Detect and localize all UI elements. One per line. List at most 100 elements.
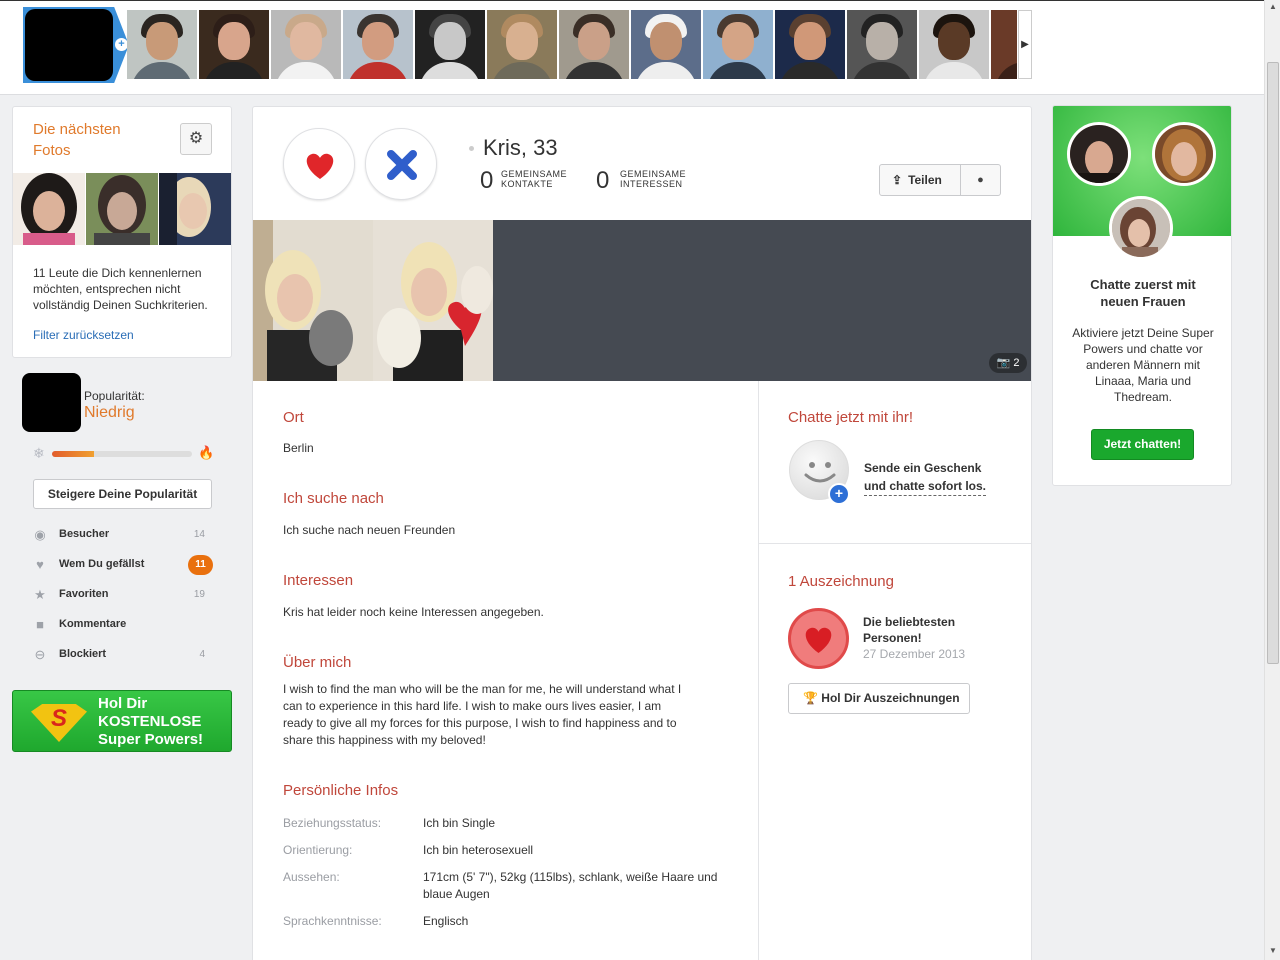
popularity-bar	[52, 451, 192, 457]
dislike-button[interactable]	[365, 128, 437, 200]
awards-title: 1 Auszeichnung	[788, 573, 894, 590]
strip-user-photo[interactable]	[775, 10, 845, 79]
gift-smiley-button[interactable]: +	[789, 440, 850, 505]
scrollbar-thumb[interactable]	[1267, 62, 1279, 664]
boost-popularity-button[interactable]: Steigere Deine Popularität	[33, 479, 212, 509]
chat-now-button[interactable]: Jetzt chatten!	[1091, 429, 1194, 460]
about-me-title: Über mich	[283, 654, 352, 671]
strip-user-photo[interactable]	[703, 10, 773, 79]
strip-user-photo[interactable]	[343, 10, 413, 79]
share-button[interactable]: ⇪ Teilen	[880, 165, 960, 195]
reset-filter-link[interactable]: Filter zurücksetzen	[33, 328, 134, 342]
column-divider	[758, 381, 759, 960]
info-value: Englisch	[423, 914, 469, 928]
promo-avatar	[1067, 122, 1131, 186]
sidebar-item-comments[interactable]: ■ Kommentare	[33, 615, 213, 635]
info-label: Sprachkenntnisse:	[283, 914, 382, 928]
profile-panel: Kris, 33 0 GEMEINSAME KONTAKTE 0 GEMEINS…	[252, 106, 1032, 960]
like-button[interactable]	[283, 128, 355, 200]
camera-icon: 📷	[996, 357, 1011, 369]
sidebar-item-visitors[interactable]: ◉ Besucher 14	[33, 525, 213, 545]
eye-icon: ◉	[34, 527, 46, 542]
speech-bubble-icon: ■	[36, 617, 44, 632]
share-icon: ⇪	[892, 173, 903, 187]
strip-next-arrow-icon[interactable]: ▶	[1018, 10, 1032, 79]
likes-count-badge: 11	[188, 555, 213, 575]
super-powers-line: KOSTENLOSE	[98, 713, 202, 730]
sidebar-item-blocked[interactable]: ⊖ Blockiert 4	[33, 645, 213, 665]
common-interests-label: GEMEINSAME INTERESSEN	[620, 169, 686, 189]
send-gift-link[interactable]: Sende ein Geschenk und chatte sofort los…	[864, 459, 987, 496]
person-icon[interactable]: ●	[960, 165, 1000, 195]
chat-now-title: Chatte jetzt mit ihr!	[788, 409, 914, 426]
strip-user-photo[interactable]	[415, 10, 485, 79]
strip-user-photo[interactable]	[271, 10, 341, 79]
about-me-line: ready to give all my forces for this pur…	[283, 716, 677, 730]
strip-user-photo[interactable]	[127, 10, 197, 79]
about-me-line: I wish to find the man who will be the m…	[283, 682, 682, 696]
profile-name: Kris, 33	[483, 135, 558, 160]
popularity-value: Niedrig	[84, 404, 135, 421]
award-heart-icon	[788, 608, 849, 669]
photo-count: 2	[1013, 357, 1020, 369]
super-powers-banner[interactable]: S Hol Dir KOSTENLOSE Super Powers!	[12, 690, 232, 752]
sidebar-item-label: Wem Du gefällst	[59, 558, 145, 570]
get-awards-label: Hol Dir Auszeichnungen	[821, 691, 960, 705]
strip-user-photo[interactable]	[199, 10, 269, 79]
settings-gear-icon[interactable]: ⚙	[180, 123, 212, 155]
superman-s-icon: S	[51, 705, 68, 732]
strip-user-photo[interactable]	[919, 10, 989, 79]
next-photo-image	[159, 173, 231, 245]
super-powers-line: Hol Dir	[98, 695, 148, 712]
next-photo-image	[13, 173, 85, 245]
stat-label-line: GEMEINSAME	[620, 169, 687, 179]
promo-avatar-image	[1070, 125, 1128, 183]
next-photo[interactable]	[159, 173, 231, 245]
info-value: Ich bin heterosexuell	[423, 843, 534, 857]
strip-user-photo[interactable]	[559, 10, 629, 79]
promo-avatar	[1109, 196, 1173, 260]
profile-photo[interactable]	[373, 220, 493, 381]
strip-user-photo[interactable]	[487, 10, 557, 79]
super-powers-promo: Chatte zuerst mit neuen Frauen Aktiviere…	[1052, 105, 1232, 486]
get-awards-button[interactable]: 🏆 Hol Dir Auszeichnungen	[788, 683, 970, 714]
sidebar-item-favorites[interactable]: ★ Favoriten 19	[33, 585, 213, 605]
snowflake-icon: ❄	[33, 445, 45, 461]
popularity-bar-fill	[52, 451, 94, 457]
scroll-down-icon[interactable]: ▼	[1269, 946, 1277, 955]
scroll-up-icon[interactable]: ▲	[1269, 2, 1277, 11]
sidebar-item-label: Kommentare	[59, 618, 127, 630]
promo-heading: Chatte zuerst mit neuen Frauen	[1053, 276, 1231, 310]
sidebar-item-count: 19	[193, 589, 205, 600]
info-label: Beziehungsstatus:	[283, 816, 382, 830]
profile-photo[interactable]	[253, 220, 373, 381]
sidebar-item-count: 14	[193, 529, 205, 540]
photo-gallery: 📷 2	[253, 220, 1031, 381]
profile-photo-image	[373, 220, 493, 381]
heart-icon: ♥	[36, 557, 44, 572]
scrollbar[interactable]: ▲ ▼	[1264, 0, 1280, 960]
next-photo[interactable]	[13, 173, 85, 245]
sidebar-item-likes[interactable]: ♥ Wem Du gefällst 11	[33, 555, 213, 575]
looking-for-title: Ich suche nach	[283, 490, 384, 507]
section-divider	[758, 543, 1031, 544]
sidebar-item-label: Blockiert	[59, 648, 107, 660]
promo-heading-line: neuen Frauen	[1100, 294, 1186, 309]
strip-user-photo[interactable]	[631, 10, 701, 79]
about-me-line: share this happiness with my beloved!	[283, 733, 486, 747]
my-avatar[interactable]	[22, 373, 81, 432]
strip-user-photo[interactable]	[991, 10, 1017, 79]
share-button-group: ⇪ Teilen ●	[879, 164, 1001, 196]
my-profile-tile[interactable]: +	[23, 7, 129, 83]
next-photo[interactable]	[86, 173, 158, 245]
award-name-line: Die beliebtesten	[863, 615, 956, 629]
photo-count-badge[interactable]: 📷 2	[989, 353, 1027, 373]
award-name: Die beliebtesten Personen!	[863, 614, 983, 646]
stat-label-line: INTERESSEN	[620, 179, 683, 189]
sidebar-item-label: Besucher	[59, 528, 110, 540]
strip-user-photo[interactable]	[847, 10, 917, 79]
promo-avatar-image	[1112, 199, 1170, 257]
my-avatar	[25, 9, 113, 81]
star-icon: ★	[34, 587, 46, 602]
flame-icon: 🔥	[198, 445, 215, 460]
